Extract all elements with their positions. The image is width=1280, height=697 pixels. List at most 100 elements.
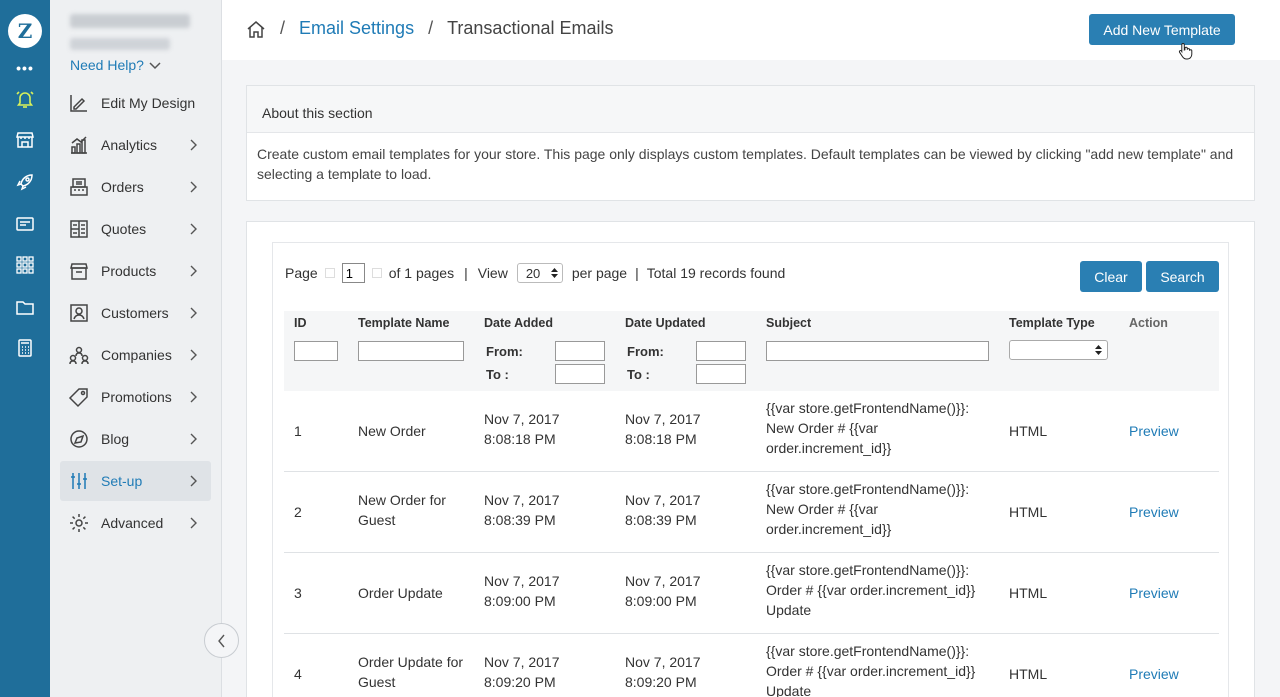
filter-id-input[interactable] xyxy=(294,341,338,361)
sidebar-item-customers[interactable]: Customers xyxy=(60,293,211,333)
companies-icon xyxy=(68,344,90,366)
cell-date-updated: Nov 7, 2017 8:09:00 PM xyxy=(625,573,701,609)
column-header-subject[interactable]: Subject xyxy=(766,316,811,330)
preview-link[interactable]: Preview xyxy=(1129,502,1179,522)
sidebar-item-edit-my-design[interactable]: Edit My Design xyxy=(60,83,211,123)
about-section: About this section Create custom email t… xyxy=(246,85,1255,201)
filter-type-select[interactable] xyxy=(1009,340,1108,360)
cell-id: 1 xyxy=(294,423,302,439)
rocket-icon[interactable] xyxy=(14,171,36,193)
store-name-redacted xyxy=(70,14,190,28)
sidebar-item-products[interactable]: Products xyxy=(60,251,211,291)
table-header: ID Template Name Date Added Date Updated… xyxy=(284,311,1219,391)
column-header-date-added[interactable]: Date Added xyxy=(484,316,553,330)
filter-subject-input[interactable] xyxy=(766,341,989,361)
cell-id: 2 xyxy=(294,504,302,520)
sidebar-item-label: Promotions xyxy=(101,389,172,405)
date-updated-from-label: From: xyxy=(627,344,664,359)
orders-icon xyxy=(68,176,90,198)
collapse-sidebar-button[interactable] xyxy=(204,623,239,658)
chevron-right-icon xyxy=(190,475,197,487)
page-input[interactable] xyxy=(341,263,365,283)
customers-icon xyxy=(68,302,90,324)
quotes-icon xyxy=(68,218,90,240)
blog-icon xyxy=(68,428,90,450)
sidebar-item-setup[interactable]: Set-up xyxy=(60,461,211,501)
calculator-icon[interactable] xyxy=(14,337,36,359)
zoey-logo[interactable]: Z xyxy=(8,14,42,48)
chevron-right-icon xyxy=(190,433,197,445)
view-label: View xyxy=(477,265,508,281)
setup-icon xyxy=(68,470,90,492)
date-updated-to-label: To : xyxy=(627,367,650,382)
cell-date-added: Nov 7, 2017 8:08:39 PM xyxy=(484,492,560,528)
products-icon xyxy=(68,260,90,282)
sidebar-item-label: Set-up xyxy=(101,473,143,489)
sidebar-item-orders[interactable]: Orders xyxy=(60,167,211,207)
apps-grid-icon[interactable] xyxy=(14,254,36,276)
date-updated-to-input[interactable] xyxy=(696,364,746,384)
sidebar-item-advanced[interactable]: Advanced xyxy=(60,503,211,543)
cell-type: HTML xyxy=(1009,504,1048,520)
add-new-template-button[interactable]: Add New Template xyxy=(1089,14,1235,45)
per-page-select[interactable]: 20 xyxy=(516,263,563,283)
cell-date-updated: Nov 7, 2017 8:08:18 PM xyxy=(625,411,701,447)
per-page-value: 20 xyxy=(525,265,541,281)
sidebar-item-label: Companies xyxy=(101,347,172,363)
chevron-down-icon xyxy=(149,62,161,70)
breadcrumb-separator: / xyxy=(280,18,286,38)
need-help-link[interactable]: Need Help? xyxy=(70,57,161,73)
column-header-id[interactable]: ID xyxy=(294,316,307,330)
sidebar-item-promotions[interactable]: Promotions xyxy=(60,377,211,417)
billing-icon[interactable] xyxy=(14,213,36,235)
date-added-from-input[interactable] xyxy=(555,341,605,361)
sidebar-item-analytics[interactable]: Analytics xyxy=(60,125,211,165)
page-label: Page xyxy=(285,265,318,281)
preview-link[interactable]: Preview xyxy=(1129,664,1179,684)
cell-date-updated: Nov 7, 2017 8:09:20 PM xyxy=(625,654,701,690)
table-row: 4 Order Update for Guest Nov 7, 2017 8:0… xyxy=(284,634,1219,697)
column-header-name[interactable]: Template Name xyxy=(358,316,449,330)
date-added-to-input[interactable] xyxy=(555,364,605,384)
about-title: About this section xyxy=(247,86,1254,133)
prev-page-icon[interactable] xyxy=(324,268,335,278)
cell-name: Order Update for Guest xyxy=(358,654,464,690)
sidebar-item-label: Blog xyxy=(101,431,130,447)
cell-date-added: Nov 7, 2017 8:09:00 PM xyxy=(484,573,560,609)
breadcrumb-email-settings[interactable]: Email Settings xyxy=(299,18,414,39)
sidebar-item-quotes[interactable]: Quotes xyxy=(60,209,211,249)
cell-name: New Order for Guest xyxy=(358,492,446,528)
templates-card: Page of 1 pages | View 20 per page | Tot… xyxy=(246,221,1255,697)
of-pages-label: of 1 pages xyxy=(388,265,455,281)
chevron-right-icon xyxy=(190,265,197,277)
cell-subject: {{var store.getFrontendName()}}: Order #… xyxy=(766,562,976,618)
column-header-type[interactable]: Template Type xyxy=(1009,316,1095,330)
clear-button[interactable]: Clear xyxy=(1080,261,1142,292)
cell-date-updated: Nov 7, 2017 8:08:39 PM xyxy=(625,492,701,528)
search-button[interactable]: Search xyxy=(1146,261,1219,292)
hand-cursor-icon xyxy=(1178,42,1193,60)
cell-id: 4 xyxy=(294,666,302,682)
cell-type: HTML xyxy=(1009,423,1048,439)
date-updated-from-input[interactable] xyxy=(696,341,746,361)
next-page-icon[interactable] xyxy=(371,268,382,278)
store-icon[interactable] xyxy=(14,129,36,151)
select-arrows-icon xyxy=(1095,345,1102,355)
column-header-date-updated[interactable]: Date Updated xyxy=(625,316,706,330)
preview-link[interactable]: Preview xyxy=(1129,583,1179,603)
chevron-right-icon xyxy=(190,223,197,235)
sidebar-nav: Need Help? Edit My Design Analytics Orde… xyxy=(50,0,222,697)
filter-name-input[interactable] xyxy=(358,341,464,361)
sidebar-item-blog[interactable]: Blog xyxy=(60,419,211,459)
cell-subject: {{var store.getFrontendName()}}: Order #… xyxy=(766,643,976,697)
bell-icon[interactable] xyxy=(14,88,36,110)
column-header-action: Action xyxy=(1129,316,1168,330)
folder-icon[interactable] xyxy=(14,296,36,318)
app-rail: Z ••• xyxy=(0,0,50,697)
pager-divider: | xyxy=(635,265,639,281)
more-icon[interactable]: ••• xyxy=(0,60,50,76)
about-text: Create custom email templates for your s… xyxy=(257,146,1234,182)
preview-link[interactable]: Preview xyxy=(1129,421,1179,441)
home-icon[interactable] xyxy=(246,19,266,39)
sidebar-item-companies[interactable]: Companies xyxy=(60,335,211,375)
